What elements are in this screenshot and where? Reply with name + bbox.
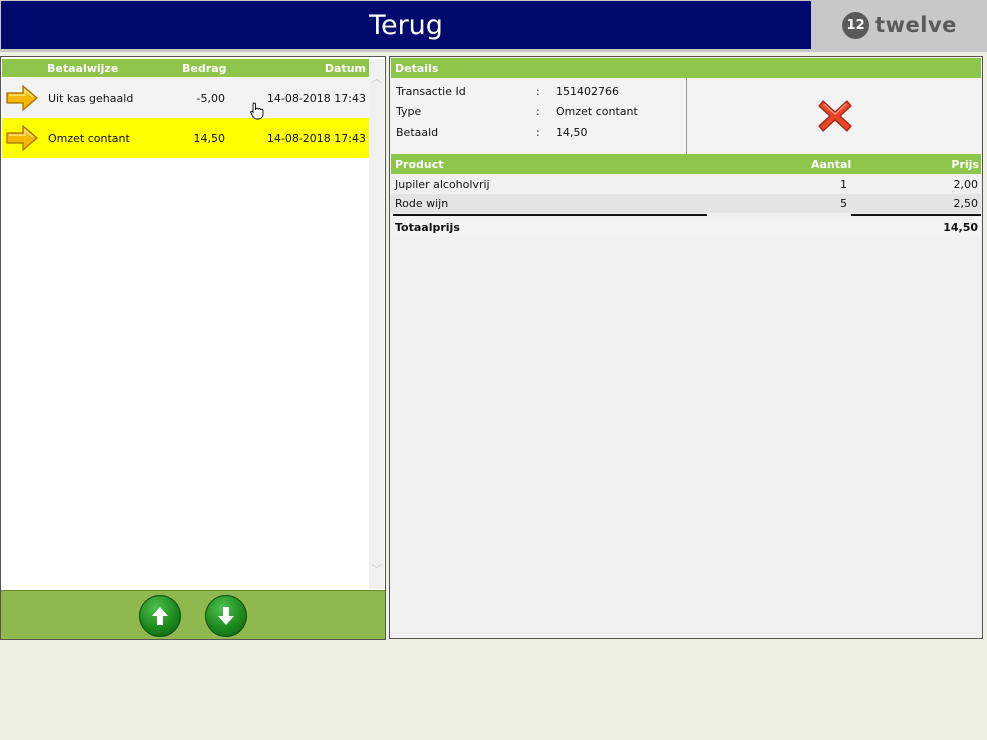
detail-type: Type: Omzet contant: [396, 105, 638, 118]
hand-cursor-icon: [250, 102, 264, 120]
back-button-label: Terug: [369, 9, 443, 41]
back-button[interactable]: Terug: [1, 1, 811, 49]
product-quantity: 5: [840, 197, 847, 210]
column-header-amount: Bedrag: [182, 62, 227, 75]
close-area: [688, 78, 981, 154]
detail-value: Omzet contant: [556, 105, 638, 118]
transaction-method: Omzet contant: [48, 132, 130, 145]
header: Terug 12 twelve: [0, 0, 987, 52]
total-label: Totaalprijs: [395, 221, 460, 234]
product-row: Jupiler alcoholvrij 1 2,00: [391, 175, 981, 194]
product-quantity: 1: [840, 178, 847, 191]
transactions-panel: Betaalwijze Bedrag Datum Uit kas gehaald…: [0, 56, 386, 640]
product-price: 2,50: [953, 197, 979, 210]
product-row: Rode wijn 5 2,50: [391, 194, 981, 213]
detail-value: 14,50: [556, 126, 588, 139]
details-panel: Details Transactie Id: 151402766 Type: Omz…: [389, 56, 983, 639]
total-row: Totaalprijs 14,50: [391, 217, 981, 237]
detail-separator: :: [536, 126, 540, 139]
column-header-product: Product: [395, 158, 444, 171]
product-name: Rode wijn: [395, 197, 449, 210]
transaction-row-selected[interactable]: Omzet contant 14,50 14-08-2018 17:43: [2, 118, 369, 158]
column-header-date: Datum: [324, 62, 366, 75]
total-value: 14,50: [943, 221, 978, 234]
transaction-method: Uit kas gehaald: [48, 92, 134, 105]
detail-label: Type: [396, 105, 422, 118]
column-header-price: Prijs: [951, 158, 979, 171]
transaction-date: 14-08-2018 17:43: [266, 92, 366, 105]
navigation-bar: [1, 590, 385, 639]
transactions-header: Betaalwijze Bedrag Datum: [2, 59, 369, 77]
arrow-right-icon: [6, 85, 38, 111]
products-header: Product Aantal Prijs: [391, 154, 981, 174]
product-price: 2,00: [953, 178, 979, 191]
detail-label: Betaald: [396, 126, 439, 139]
detail-transaction-id: Transactie Id: 151402766: [396, 85, 619, 98]
twelve-logo-icon: 12: [842, 11, 870, 39]
transaction-amount: 14,50: [193, 132, 226, 145]
total-divider: [393, 214, 707, 216]
product-name: Jupiler alcoholvrij: [395, 178, 490, 191]
scroll-up-button[interactable]: [139, 595, 181, 637]
red-x-icon[interactable]: [817, 98, 853, 134]
detail-paid: Betaald: 14,50: [396, 126, 588, 139]
details-fields: Transactie Id: 151402766 Type: Omzet conta…: [391, 78, 687, 154]
scroll-up-icon[interactable]: ︿: [371, 73, 382, 84]
scroll-down-button[interactable]: [205, 595, 247, 637]
details-header: Details: [391, 58, 981, 78]
detail-value: 151402766: [556, 85, 619, 98]
detail-label: Transactie Id: [396, 85, 466, 98]
column-header-method: Betaalwijze: [47, 62, 119, 75]
scrollbar[interactable]: ︿ ﹀: [369, 59, 384, 589]
brand-name: twelve: [875, 13, 957, 37]
transaction-amount: -5,00: [196, 92, 225, 105]
transaction-date: 14-08-2018 17:43: [266, 132, 366, 145]
arrow-down-icon: [218, 607, 234, 625]
detail-separator: :: [536, 85, 540, 98]
scroll-down-icon[interactable]: ﹀: [371, 564, 382, 575]
column-header-quantity: Aantal: [811, 158, 852, 171]
brand-logo: 12 twelve: [812, 1, 987, 49]
detail-separator: :: [536, 105, 540, 118]
arrow-right-icon: [6, 125, 38, 151]
total-divider: [851, 214, 981, 216]
transaction-row[interactable]: Uit kas gehaald -5,00 14-08-2018 17:43: [2, 78, 369, 118]
arrow-up-icon: [152, 607, 168, 625]
